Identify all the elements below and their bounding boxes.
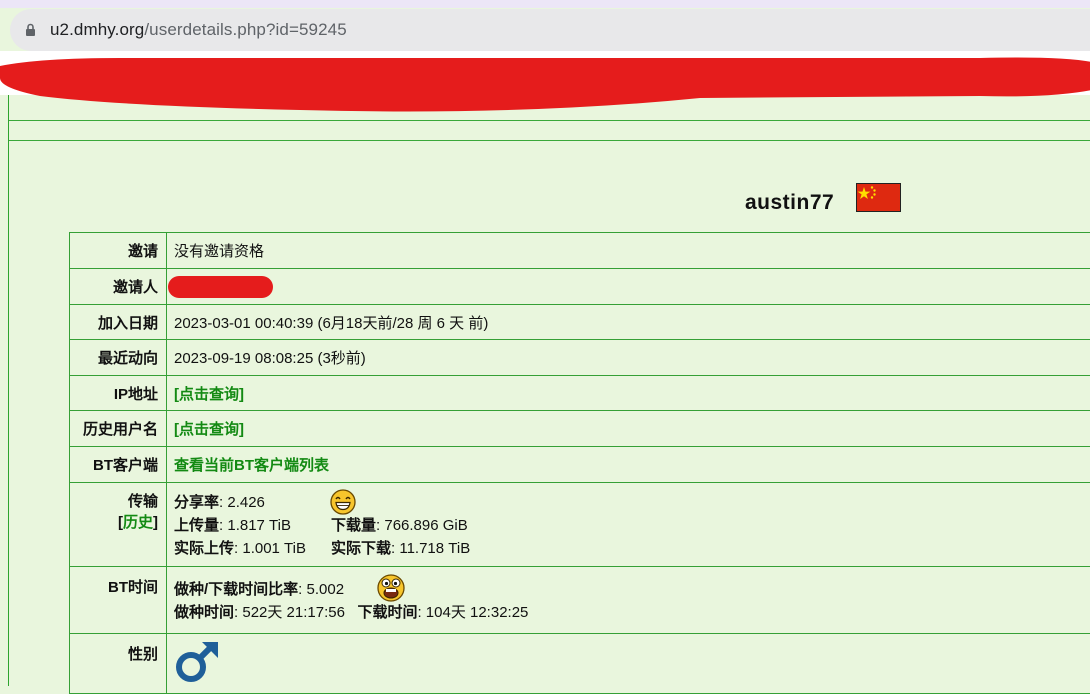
share-ratio: : 2.426: [219, 494, 265, 511]
row-last-action: 最近动向 2023-09-19 08:08:25 (3秒前): [70, 340, 1090, 376]
real-uploaded-amount: : 1.001 TiB: [234, 540, 306, 557]
row-invite: 邀请 没有邀请资格: [70, 233, 1090, 269]
real-downloaded-amount: : 11.718 TiB: [391, 540, 470, 557]
excited-smiley-icon: [377, 573, 405, 603]
row-inviter: 邀请人: [70, 269, 1090, 305]
row-label: 历史用户名: [70, 411, 167, 447]
bt-time-stats: 做种/下载时间比率: 5.002 做种时间: 522天 21:17:56 下载时…: [167, 567, 1090, 634]
row-history-names: 历史用户名 [点击查询]: [70, 411, 1090, 447]
username-title: austin77: [745, 191, 834, 215]
row-join-date: 加入日期 2023-03-01 00:40:39 (6月18天前/28 周 6 …: [70, 305, 1090, 340]
row-label: 加入日期: [70, 305, 167, 340]
user-details-table: 邀请 没有邀请资格 邀请人 加入日期 2023-03-01 00:40:39 (…: [69, 232, 1090, 694]
divider: [9, 140, 1090, 141]
row-label: 传输 [历史]: [70, 483, 167, 567]
seed-leech-ratio: : 5.002: [298, 581, 344, 598]
row-label: BT时间: [70, 567, 167, 634]
male-symbol-icon: [174, 640, 222, 684]
seed-time: : 522天 21:17:56: [234, 604, 345, 621]
row-label: BT客户端: [70, 447, 167, 483]
last-action-value: 2023-09-19 08:08:25 (3秒前): [167, 340, 1090, 376]
leech-time: : 104天 12:32:25: [417, 604, 528, 621]
browser-tab-strip: [0, 0, 1090, 8]
url-path: /userdetails.php?id=59245: [144, 20, 346, 39]
join-date-value: 2023-03-01 00:40:39 (6月18天前/28 周 6 天 前): [167, 305, 1090, 340]
address-bar[interactable]: u2.dmhy.org/userdetails.php?id=59245: [10, 9, 1090, 51]
row-label: IP地址: [70, 376, 167, 411]
row-bt-client: BT客户端 查看当前BT客户端列表: [70, 447, 1090, 483]
invite-status: 没有邀请资格: [167, 233, 1090, 269]
bt-client-list-link[interactable]: 查看当前BT客户端列表: [174, 457, 329, 474]
transfer-history-link[interactable]: 历史: [123, 514, 153, 531]
uploaded-amount: : 1.817 TiB: [219, 517, 291, 534]
page-body: austin77 邀请 没有邀请资格 邀请人 加入日期 2023-03-01 0…: [8, 95, 1090, 686]
row-label: 最近动向: [70, 340, 167, 376]
china-flag-icon: [856, 183, 901, 212]
url-host: u2.dmhy.org: [50, 20, 144, 39]
row-label: 邀请: [70, 233, 167, 269]
redaction-mark: [168, 276, 273, 298]
row-transfer: 传输 [历史] 分享率: 2.426 上传量: 1.817 TiB下载量: 76…: [70, 483, 1090, 567]
row-gender: 性别: [70, 634, 1090, 694]
history-names-query-link[interactable]: [点击查询]: [174, 421, 244, 438]
grin-smiley-icon: [330, 489, 356, 515]
row-ip: IP地址 [点击查询]: [70, 376, 1090, 411]
row-bt-time: BT时间 做种/下载时间比率: 5.002 做种时间: 522天 21:17:5…: [70, 567, 1090, 634]
redaction-mark: [0, 52, 1090, 116]
divider: [9, 120, 1090, 121]
ip-query-link[interactable]: [点击查询]: [174, 386, 244, 403]
row-label: 邀请人: [70, 269, 167, 305]
downloaded-amount: : 766.896 GiB: [376, 517, 468, 534]
address-url[interactable]: u2.dmhy.org/userdetails.php?id=59245: [50, 20, 347, 40]
transfer-label: 传输: [70, 491, 158, 512]
row-label: 性别: [70, 634, 167, 694]
inviter-value: [167, 269, 1090, 305]
transfer-stats: 分享率: 2.426 上传量: 1.817 TiB下载量: 766.896 Gi…: [167, 483, 1090, 567]
lock-icon: [25, 23, 36, 37]
